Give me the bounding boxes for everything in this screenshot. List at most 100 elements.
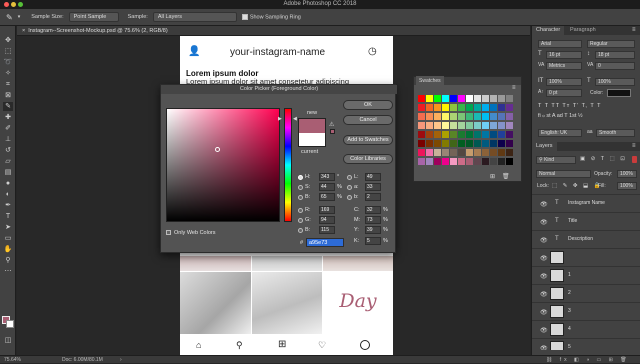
color-swatch[interactable]	[434, 122, 441, 129]
color-swatch[interactable]	[490, 149, 497, 156]
color-swatch[interactable]	[458, 131, 465, 138]
color-swatch[interactable]	[466, 113, 473, 120]
color-swatch[interactable]	[490, 131, 497, 138]
color-swatch[interactable]	[474, 113, 481, 120]
layer-filter-icons[interactable]: ▣ ⊘ T ⬚ ⊡	[580, 156, 627, 162]
blur-tool-icon[interactable]: ●	[3, 179, 13, 188]
only-web-colors-checkbox[interactable]	[166, 230, 171, 235]
dodge-tool-icon[interactable]: ◐	[3, 190, 13, 199]
color-swatch[interactable]	[474, 95, 481, 102]
lock-icons[interactable]: ⬚ ✎ ✥ ⬓ 🔒	[552, 183, 603, 189]
font-family-select[interactable]: Arial	[538, 40, 582, 48]
color-field[interactable]	[166, 108, 280, 222]
quick-mask-icon[interactable]: ◫	[3, 336, 13, 345]
out-of-gamut-warning-icon[interactable]: ⚠	[329, 121, 334, 128]
color-swatch[interactable]	[506, 113, 513, 120]
color-swatch[interactable]	[434, 131, 441, 138]
color-swatch[interactable]	[482, 113, 489, 120]
eraser-tool-icon[interactable]: ▱	[3, 157, 13, 166]
sample-size-select[interactable]: Point Sample	[68, 12, 119, 22]
color-swatch[interactable]	[418, 140, 425, 147]
cancel-button[interactable]: Cancel	[343, 115, 393, 125]
blue-radio[interactable]	[298, 228, 303, 233]
tracking-select[interactable]: 0	[595, 62, 635, 70]
layer-row[interactable]: 👁 T Description	[532, 230, 640, 248]
color-swatch[interactable]	[418, 158, 425, 165]
color-swatch[interactable]	[482, 122, 489, 129]
close-tab-icon[interactable]: ×	[22, 28, 25, 34]
color-swatch[interactable]	[490, 158, 497, 165]
marquee-tool-icon[interactable]: ⬚	[3, 47, 13, 56]
color-swatch[interactable]	[466, 158, 473, 165]
color-swatch[interactable]	[482, 140, 489, 147]
text-color-swatch[interactable]	[607, 89, 631, 97]
visibility-eye-icon[interactable]: 👁	[540, 273, 548, 280]
r-radio[interactable]	[298, 208, 303, 213]
color-swatch[interactable]	[434, 104, 441, 111]
leading-select[interactable]: 18 pt	[595, 51, 635, 59]
color-swatch[interactable]	[506, 131, 513, 138]
current-color-preview[interactable]	[298, 133, 326, 147]
b-radio[interactable]	[298, 195, 303, 200]
hue-slider-left-arrow-icon[interactable]: ▶	[278, 116, 282, 122]
crop-tool-icon[interactable]: ⌗	[3, 80, 13, 89]
color-swatch[interactable]	[418, 122, 425, 129]
history-brush-tool-icon[interactable]: ↺	[3, 146, 13, 155]
sample-select[interactable]: All Layers	[152, 12, 237, 22]
color-swatch[interactable]	[450, 158, 457, 165]
swatches-tab[interactable]: Swatches	[416, 76, 444, 86]
hand-tool-icon[interactable]: ✋	[3, 245, 13, 254]
color-swatch[interactable]	[418, 149, 425, 156]
color-swatch[interactable]	[482, 131, 489, 138]
ok-button[interactable]: OK	[343, 100, 393, 110]
horizontal-scale-field[interactable]: 100%	[595, 78, 635, 86]
color-swatch[interactable]	[434, 113, 441, 120]
show-sampling-ring-checkbox[interactable]: Show Sampling Ring	[241, 13, 301, 20]
g-radio[interactable]	[298, 218, 303, 223]
layer-filter-select[interactable]: ⚲ Kind	[536, 156, 576, 164]
color-swatch[interactable]	[442, 140, 449, 147]
vertical-scale-field[interactable]: 100%	[546, 78, 582, 86]
color-swatch[interactable]	[442, 122, 449, 129]
filter-toggle-icon[interactable]	[632, 156, 637, 163]
color-swatch[interactable]	[418, 104, 425, 111]
color-swatch[interactable]	[450, 113, 457, 120]
color-swatch[interactable]	[450, 140, 457, 147]
hue-slider[interactable]	[284, 108, 292, 222]
more-tools-icon[interactable]: ⋯	[3, 267, 13, 276]
move-tool-icon[interactable]: ✥	[3, 36, 13, 45]
color-swatch[interactable]	[506, 149, 513, 156]
new-swatch-icon[interactable]: ⊞	[490, 173, 495, 180]
color-swatch[interactable]	[506, 158, 513, 165]
lasso-tool-icon[interactable]: ➰	[3, 58, 13, 67]
blue-field[interactable]: 115	[319, 226, 335, 234]
color-swatch[interactable]	[450, 149, 457, 156]
color-swatch[interactable]	[426, 158, 433, 165]
maximize-window-button[interactable]	[18, 2, 23, 7]
path-selection-tool-icon[interactable]: ➤	[3, 223, 13, 232]
color-swatch[interactable]	[498, 113, 505, 120]
type-tool-icon[interactable]: T	[3, 212, 13, 221]
color-swatch[interactable]	[450, 95, 457, 102]
color-swatch[interactable]	[458, 113, 465, 120]
visibility-eye-icon[interactable]: 👁	[540, 291, 548, 298]
fill-field[interactable]: 100%	[617, 182, 637, 190]
color-swatch[interactable]	[482, 149, 489, 156]
panel-menu-icon[interactable]: ≡	[632, 143, 636, 149]
color-swatch[interactable]	[498, 122, 505, 129]
language-select[interactable]: English: UK	[538, 129, 582, 137]
color-swatch[interactable]	[418, 131, 425, 138]
color-swatch[interactable]	[450, 122, 457, 129]
color-swatch[interactable]	[482, 95, 489, 102]
panel-menu-icon[interactable]: ≡	[632, 27, 636, 33]
font-style-select[interactable]: Regular	[587, 40, 635, 48]
color-swatch[interactable]	[498, 158, 505, 165]
r-field[interactable]: 169	[319, 206, 335, 214]
color-swatch[interactable]	[442, 95, 449, 102]
color-swatch[interactable]	[458, 104, 465, 111]
color-swatch[interactable]	[506, 104, 513, 111]
antialias-select[interactable]: Smooth	[596, 129, 635, 137]
visibility-eye-icon[interactable]: 👁	[540, 345, 548, 350]
gamut-swatch[interactable]	[330, 129, 335, 134]
l-field[interactable]: 49	[365, 173, 381, 181]
